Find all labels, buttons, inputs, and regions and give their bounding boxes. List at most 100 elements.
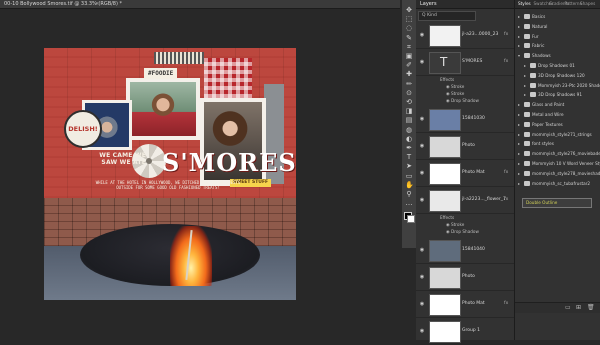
layer-effects-icon[interactable]: fx [504,197,508,202]
rectangle-icon[interactable]: ▭ [405,172,413,180]
healing-icon[interactable]: ✚ [405,70,413,78]
style-group-item[interactable]: ▸ mommyish_style278_movieshadow [517,169,600,178]
visibility-eye-icon[interactable]: ◉ [419,274,425,280]
tab-layers[interactable]: Layers [420,0,437,8]
lasso-icon[interactable]: ◌ [405,24,413,32]
visibility-eye-icon[interactable]: ◉ [419,328,425,334]
style-group-item[interactable]: ▸ Metal and Wire [517,110,598,119]
visibility-eye-icon[interactable]: ◉ [419,116,425,122]
layer-row[interactable]: ◉ Photo Mat fx [416,291,514,318]
quick-select-icon[interactable]: ✎ [405,34,413,42]
tab-shapes[interactable]: Shapes [580,0,595,8]
pen-icon[interactable]: ✒ [405,144,413,152]
marquee-icon[interactable]: ⬚ [405,15,413,23]
chevron-right-icon[interactable]: ▸ [518,12,520,21]
chevron-right-icon[interactable]: ▸ [518,100,520,109]
chevron-right-icon[interactable]: ▸ [524,71,526,80]
layer-row[interactable]: ◉ Photo Mat fx [416,160,514,187]
chevron-right-icon[interactable]: ▸ [524,81,526,90]
tab-styles[interactable]: Styles [518,0,531,8]
eyedropper-icon[interactable]: ✐ [405,61,413,69]
frame-icon[interactable]: ▣ [405,52,413,60]
style-group-item[interactable]: ▸ Paper Textures [517,120,598,129]
chevron-right-icon[interactable]: ▸ [524,61,526,70]
layer-row[interactable]: ◉ Group 1 [416,318,514,345]
visibility-eye-icon[interactable]: ◉ [419,143,425,149]
effect-item[interactable]: ◉ Drop Shadow [446,229,479,234]
layer-effects-icon[interactable]: fx [504,59,508,64]
dodge-icon[interactable]: ◐ [405,135,413,143]
crop-icon[interactable]: ⌗ [405,43,413,51]
chevron-right-icon[interactable]: ▸ [518,130,520,139]
style-tooltip-double-outline[interactable]: Double Outline [522,198,592,208]
blur-icon[interactable]: ◍ [405,126,413,134]
folder-icon[interactable]: ▭ [565,304,571,311]
new-style-icon[interactable]: ⊞ [576,304,581,311]
canvas-artboard[interactable]: #FOODIE DELISH! WE CAME WE SAW WE ATE S'… [44,48,296,300]
layer-effects-icon[interactable]: fx [504,301,508,306]
layer-effects-icon[interactable]: fx [504,170,508,175]
style-group-item[interactable]: ▸ 3D Drop Shadows 120 [517,71,598,80]
chevron-down-icon[interactable]: ▾ [518,51,520,60]
style-group-item[interactable]: ▸ Basics [517,12,598,21]
background-color-swatch[interactable] [407,215,415,223]
close-icon[interactable]: × [95,0,99,8]
visibility-eye-icon[interactable]: ◉ [419,247,425,253]
style-group-item[interactable]: ▸ font styles [517,139,598,148]
chevron-right-icon[interactable]: ▸ [518,22,520,31]
chevron-right-icon[interactable]: ▸ [518,179,520,188]
chevron-right-icon[interactable]: ▸ [524,90,526,99]
more-icon[interactable]: … [405,199,413,207]
chevron-right-icon[interactable]: ▸ [518,139,520,148]
chevron-right-icon[interactable]: ▸ [518,149,520,158]
chevron-right-icon[interactable]: ▸ [518,159,520,168]
style-group-item[interactable]: ▸ mommyish_style271_strings [517,130,598,139]
visibility-eye-icon[interactable]: ◉ [419,32,425,38]
layer-row[interactable]: ◉ Photo [416,133,514,160]
stamp-icon[interactable]: ⊙ [405,89,413,97]
layer-filter-select[interactable]: Q Kind [418,11,476,21]
effect-item[interactable]: ◉ Drop Shadow [446,98,479,103]
layer-row[interactable]: ◉ jl-a2223..._flower_7 fx [416,187,514,214]
layer-row[interactable]: ◉ jl-a23...0000_23 fx [416,22,514,49]
style-group-item[interactable]: ▸ Mommyish 10 V Word Veneer Styles [517,159,600,168]
hand-icon[interactable]: ✋ [405,181,414,189]
layer-row[interactable]: ◉ T S'MORES fx [416,49,514,76]
style-group-item[interactable]: ▸ Drop Shadows 01 [517,61,598,70]
trash-icon[interactable]: 🗑 [587,304,595,311]
brush-icon[interactable]: ✏ [405,80,413,88]
zoom-icon[interactable]: ⚲ [405,190,413,198]
chevron-right-icon[interactable]: ▸ [518,32,520,41]
eraser-icon[interactable]: ◨ [405,107,413,115]
style-group-item[interactable]: ▸ Fur [517,32,598,41]
style-group-item[interactable]: ▸ mommyish_sc_tubafrustar2 [517,179,598,188]
layer-row[interactable]: ◉ 15841040 [416,237,514,264]
effect-item[interactable]: ◉ Stroke [446,222,464,227]
visibility-eye-icon[interactable]: ◉ [419,170,425,176]
layer-row[interactable]: ◉ Photo [416,264,514,291]
visibility-eye-icon[interactable]: ◉ [419,197,425,203]
chevron-right-icon[interactable]: ▸ [518,169,520,178]
layer-row[interactable]: ◉ 15841030 [416,106,514,133]
style-group-item[interactable]: ▸ Glass and Paint [517,100,598,109]
style-group-item[interactable]: ▸ 3D Drop Shadows 91 [517,90,598,99]
visibility-eye-icon[interactable]: ◉ [419,59,425,65]
move-icon[interactable]: ✥ [405,6,413,14]
visibility-eye-icon[interactable]: ◉ [419,301,425,307]
gradient-icon[interactable]: ▤ [405,116,413,124]
effect-item[interactable]: ◉ Stroke [446,84,464,89]
chevron-right-icon[interactable]: ▸ [518,41,520,50]
chevron-right-icon[interactable]: ▸ [518,110,520,119]
document-tab[interactable]: 00-10 Bollywood Smores.tif @ 33.3% (RGB/… [0,0,400,9]
chevron-right-icon[interactable]: ▸ [518,120,520,129]
type-icon[interactable]: T [405,153,413,161]
style-group-item[interactable]: ▸ mommyish_style276_moviebadee [517,149,600,158]
history-brush-icon[interactable]: ⟲ [405,98,413,106]
style-group-item[interactable]: ▸ Mommyish 23-Ptc 2020 Shadow [517,81,600,90]
style-group-item[interactable]: ▸ Natural [517,22,598,31]
style-group-item[interactable]: ▾ Shadows [517,51,598,60]
effect-item[interactable]: ◉ Stroke [446,91,464,96]
layer-effects-icon[interactable]: fx [504,32,508,37]
style-group-item[interactable]: ▸ Fabric [517,41,598,50]
path-select-icon[interactable]: ➤ [405,162,413,170]
